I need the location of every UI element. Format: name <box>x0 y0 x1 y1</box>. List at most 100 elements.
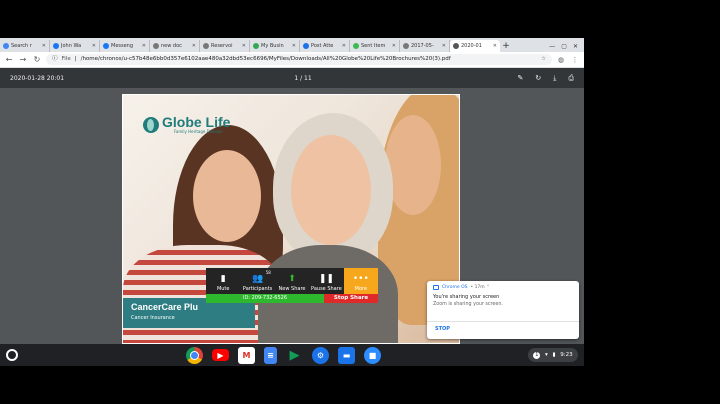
tab-close-icon[interactable]: ✕ <box>342 40 346 52</box>
gmail-app-icon[interactable]: M <box>238 347 255 364</box>
download-icon[interactable]: ⤓ <box>553 74 556 83</box>
new-tab-button[interactable]: + <box>500 40 512 52</box>
launcher-icon[interactable] <box>6 349 18 361</box>
participants-label: Participants <box>242 286 273 292</box>
meeting-id: ID: 209-732-6526 <box>206 294 324 303</box>
stop-share-label: Stop Share <box>333 295 369 301</box>
tab-close-icon[interactable]: ✕ <box>493 40 497 52</box>
new-share-button[interactable]: ⬆ New Share <box>275 268 309 294</box>
tab-title: Messeng <box>111 43 134 49</box>
tab-close-icon[interactable]: ✕ <box>42 40 46 52</box>
pdf-toolbar: 2020-01-28 20:01 1 / 11 ✎ ↻ ⤓ ⎙ <box>0 68 584 88</box>
close-window-icon[interactable]: ✕ <box>573 43 578 50</box>
pdf-title: 2020-01-28 20:01 <box>10 74 65 82</box>
share-screen-icon: ⬆ <box>288 274 296 284</box>
tab-3[interactable]: new doc ✕ <box>150 40 200 52</box>
more-button[interactable]: ••• More <box>343 268 379 294</box>
shelf-apps: ▶ M ≡ ▶ ⚙ ▬ ■ <box>186 347 381 364</box>
forward-icon[interactable]: → <box>18 55 28 64</box>
tab-1[interactable]: John Wa ✕ <box>50 40 100 52</box>
zoom-app-icon[interactable]: ■ <box>364 347 381 364</box>
tab-0[interactable]: Search r ✕ <box>0 40 50 52</box>
tab-title: Sent Item <box>361 43 386 49</box>
notification-divider <box>427 321 579 322</box>
status-tray[interactable]: 1 ▾ ▮ 9:23 <box>528 348 578 362</box>
zoom-status-bar: ID: 209-732-6526 Stop Share <box>206 294 378 303</box>
tab-close-icon[interactable]: ✕ <box>142 40 146 52</box>
participants-button[interactable]: 👥 58 Participants <box>240 268 274 294</box>
extension-icon[interactable]: ◍ <box>556 56 566 64</box>
logo-text: Globe Life Family Heritage Division <box>162 115 230 134</box>
zoom-share-toolbar: ▮ Mute 👥 58 Participants ⬆ New Share ❚❚ … <box>206 268 379 294</box>
reload-icon[interactable]: ↻ <box>32 55 42 64</box>
wifi-icon: ▾ <box>545 352 548 358</box>
tab-favicon-icon <box>403 43 409 49</box>
docs-app-icon[interactable]: ≡ <box>264 347 277 364</box>
tab-8[interactable]: 2017-05- ✕ <box>400 40 450 52</box>
chrome-app-icon[interactable] <box>186 347 203 364</box>
window-controls: — ▢ ✕ <box>549 40 584 52</box>
new-share-label: New Share <box>278 286 306 292</box>
tab-title: 2017-05- <box>411 43 434 49</box>
screen: Search r ✕ John Wa ✕ Messeng ✕ new doc ✕ Reservo… <box>0 0 720 404</box>
notification-body: Zoom is sharing your screen. <box>433 302 503 307</box>
play-store-app-icon[interactable]: ▶ <box>286 347 303 364</box>
address-scheme: File <box>61 56 71 62</box>
youtube-app-icon[interactable]: ▶ <box>212 349 229 361</box>
tab-2[interactable]: Messeng ✕ <box>100 40 150 52</box>
tab-strip: Search r ✕ John Wa ✕ Messeng ✕ new doc ✕ Reservo… <box>0 38 584 52</box>
tab-4[interactable]: Reservoi ✕ <box>200 40 250 52</box>
menu-kebab-icon[interactable]: ⋮ <box>570 56 580 64</box>
pdf-page-indicator[interactable]: 1 / 11 <box>288 75 318 82</box>
stop-share-button[interactable]: Stop Share <box>324 294 378 303</box>
pause-icon: ❚❚ <box>318 274 334 284</box>
notification-header: Chrome OS • 17m ⌃ <box>433 285 573 290</box>
pause-share-label: Pause Share <box>311 286 342 292</box>
info-icon[interactable]: ⓘ <box>52 54 58 65</box>
pause-share-button[interactable]: ❚❚ Pause Share <box>309 268 343 294</box>
photo-woman-right-face <box>385 115 441 215</box>
more-dots-icon: ••• <box>352 274 369 284</box>
globe-logo-icon <box>143 116 159 133</box>
notification-stop-button[interactable]: STOP <box>435 326 450 332</box>
back-icon[interactable]: ← <box>4 55 14 64</box>
shelf: ▶ M ≡ ▶ ⚙ ▬ ■ 1 ▾ ▮ 9:23 <box>0 344 584 366</box>
tab-favicon-icon <box>3 43 9 49</box>
print-icon[interactable]: ⎙ <box>568 74 574 83</box>
notification-time[interactable]: • 17m ⌃ <box>470 285 489 290</box>
address-url: /home/chronos/u-c57b48e6bb0d357e6102aae4… <box>80 56 451 62</box>
minimize-icon[interactable]: — <box>549 43 555 50</box>
tab-title: new doc <box>161 43 182 49</box>
microphone-icon: ▮ <box>220 274 226 284</box>
mute-button[interactable]: ▮ Mute <box>206 268 240 294</box>
maximize-icon[interactable]: ▢ <box>561 43 567 50</box>
address-bar[interactable]: ⓘ File | /home/chronos/u-c57b48e6bb0d357… <box>46 54 552 65</box>
settings-app-icon[interactable]: ⚙ <box>312 347 329 364</box>
tab-title: My Busin <box>261 43 284 49</box>
tab-6[interactable]: Post Atte ✕ <box>300 40 350 52</box>
participants-icon: 👥 <box>252 274 264 284</box>
notification-app: Chrome OS <box>442 285 468 290</box>
address-divider: | <box>74 56 77 62</box>
bookmark-star-icon[interactable]: ☆ <box>541 54 546 65</box>
photo-woman-left-face <box>193 150 261 242</box>
tab-favicon-icon <box>203 43 209 49</box>
annotate-pen-icon[interactable]: ✎ <box>518 74 524 83</box>
tab-close-icon[interactable]: ✕ <box>392 40 396 52</box>
tab-close-icon[interactable]: ✕ <box>442 40 446 52</box>
files-app-icon[interactable]: ▬ <box>338 347 355 364</box>
photo-woman-center-face <box>291 135 371 245</box>
tab-favicon-icon <box>103 43 109 49</box>
browser-toolbar: ← → ↻ ⓘ File | /home/chronos/u-c57b48e6b… <box>0 52 584 68</box>
tab-close-icon[interactable]: ✕ <box>92 40 96 52</box>
rotate-icon[interactable]: ↻ <box>535 74 541 83</box>
tab-close-icon[interactable]: ✕ <box>292 40 296 52</box>
tab-9[interactable]: 2020-01 ✕ <box>450 40 500 52</box>
tab-5[interactable]: My Busin ✕ <box>250 40 300 52</box>
pdf-page: Globe Life Family Heritage Division Canc… <box>122 94 460 344</box>
tab-close-icon[interactable]: ✕ <box>192 40 196 52</box>
screen-share-notification: Chrome OS • 17m ⌃ You're sharing your sc… <box>427 281 579 339</box>
tab-7[interactable]: Sent Item ✕ <box>350 40 400 52</box>
clock: 9:23 <box>560 352 573 358</box>
tab-close-icon[interactable]: ✕ <box>242 40 246 52</box>
